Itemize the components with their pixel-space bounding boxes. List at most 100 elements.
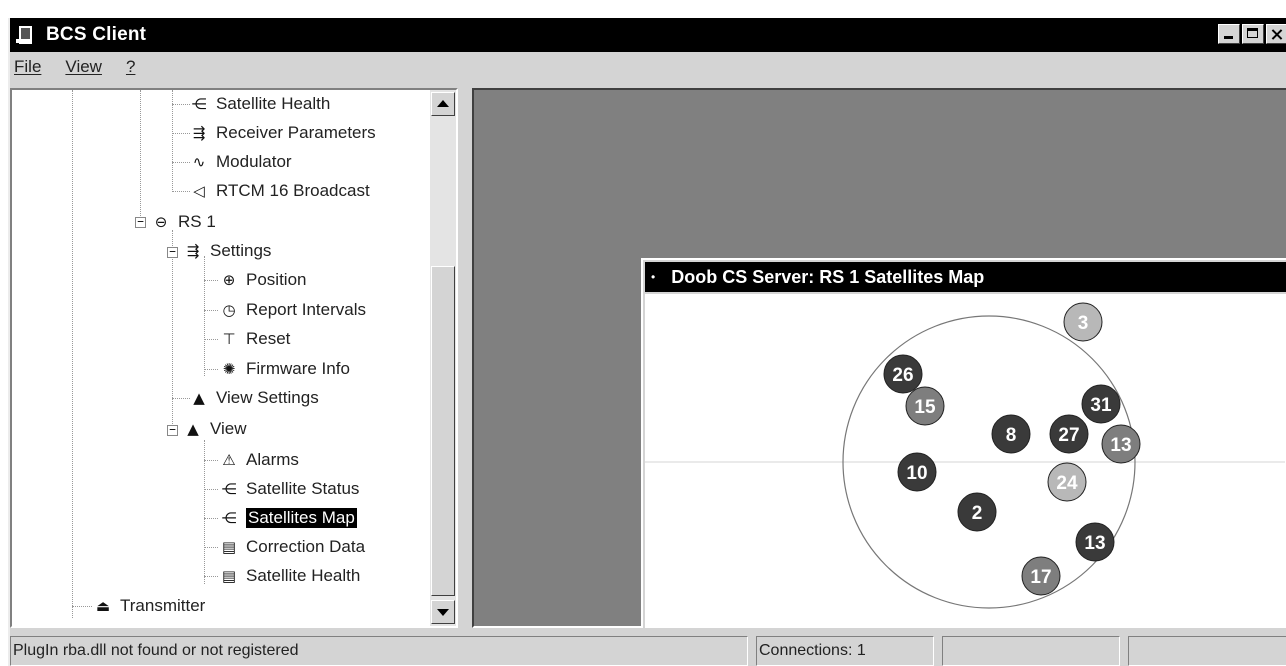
window-title: BCS Client	[46, 24, 147, 45]
settings-collapse-toggle[interactable]: −	[167, 246, 178, 258]
satellite-icon: ⋲	[221, 509, 237, 527]
menu-view[interactable]: View	[65, 57, 102, 77]
tree-item-label: Correction Data	[246, 537, 366, 556]
document-icon: ▤	[221, 567, 237, 585]
window-controls	[1218, 24, 1286, 44]
position-icon: ⊕	[222, 271, 236, 289]
menu-bar: File View ?	[10, 54, 155, 80]
title-bar[interactable]: BCS Client	[10, 18, 1286, 52]
modulator-icon: ∿	[192, 153, 206, 171]
tree-item-label: Satellite Health	[246, 566, 361, 585]
tree-panel: − − − ⋲ Satellite Health ⇶ Receiver Para…	[10, 88, 458, 628]
tree-item-alarms[interactable]: ⚠ Alarms	[218, 448, 299, 472]
scroll-up-button[interactable]	[431, 92, 455, 116]
satellite-id-label: 8	[1006, 425, 1017, 446]
speaker-icon: ◁	[193, 182, 205, 200]
status-connections: Connections: 1	[756, 636, 934, 666]
scroll-thumb[interactable]	[431, 266, 455, 596]
tree-item-report-intervals[interactable]: ◷ Report Intervals	[218, 298, 366, 322]
satellite-id-label: 2	[972, 503, 983, 524]
tree-item-label: Reset	[246, 329, 291, 348]
tree-item-label: Position	[246, 270, 307, 289]
sky-map: 3 2615 31 8 27 13 10 24 2 13 17	[645, 302, 1285, 609]
child-title-bar[interactable]: • Doob CS Server: RS 1 Satellites Map	[645, 262, 1286, 292]
mdi-workspace: • Doob CS Server: RS 1 Satellites Map 3 2…	[472, 88, 1286, 628]
tree-item-firmware-info[interactable]: ✺ Firmware Info	[218, 357, 350, 381]
tree-item-label: View Settings	[216, 388, 319, 407]
menu-file[interactable]: File	[14, 57, 41, 77]
tree-item-correction-data[interactable]: ▤ Correction Data	[218, 535, 365, 559]
satellite-id-label: 15	[914, 397, 936, 418]
tree-item-satellite-health[interactable]: ⋲ Satellite Health	[188, 92, 331, 116]
tree-item-label: Receiver Parameters	[216, 123, 376, 142]
menu-help[interactable]: ?	[126, 57, 135, 77]
satellite-icon: ⋲	[191, 95, 207, 113]
tree-item-rtcm-16-broadcast[interactable]: ◁ RTCM 16 Broadcast	[188, 179, 370, 203]
tree-item-satellites-map[interactable]: ⋲ Satellites Map	[218, 506, 357, 530]
minimize-button[interactable]	[1218, 24, 1240, 44]
binoculars-icon: ▲	[193, 389, 205, 407]
satellite-id-label: 26	[892, 365, 913, 386]
status-bar: PlugIn rba.dll not found or not register…	[10, 636, 1286, 666]
tree-item-settings[interactable]: ⇶ Settings	[182, 239, 272, 263]
tree-item-reset[interactable]: ⊤ Reset	[218, 327, 290, 351]
tree-item-label: Alarms	[246, 450, 299, 469]
tree-view: − − − ⋲ Satellite Health ⇶ Receiver Para…	[12, 90, 432, 626]
tree-item-rs1[interactable]: ⊖ RS 1	[150, 210, 216, 234]
satellite-markers: 3 2615 31 8 27 13 10 24 2 13 17	[883, 302, 1141, 596]
transmitter-icon: ⏏	[95, 597, 111, 615]
maximize-button[interactable]	[1242, 24, 1264, 44]
tree-item-label: Report Intervals	[246, 300, 366, 319]
child-window-title: Doob CS Server: RS 1 Satellites Map	[671, 266, 985, 287]
map-area: 3 26 15 31 8 27 13 10 24 2 13 17	[645, 294, 1286, 628]
tree-item-satellite-status[interactable]: ⋲ Satellite Status	[218, 477, 360, 501]
satellite-id-label: 13	[1110, 435, 1131, 456]
satellite-id-label: 17	[1030, 567, 1051, 588]
tree-item-label: Satellite Health	[216, 94, 331, 113]
close-button[interactable]	[1266, 24, 1286, 44]
satellite-id-label: 13	[1084, 533, 1105, 554]
tree-item-receiver-parameters[interactable]: ⇶ Receiver Parameters	[188, 121, 376, 145]
tree-item-view[interactable]: ▲ View	[182, 417, 247, 441]
tree-item-label: Firmware Info	[246, 359, 350, 378]
status-message: PlugIn rba.dll not found or not register…	[10, 636, 748, 666]
tree-item-label: RS 1	[178, 212, 216, 231]
tree-item-label: Satellite Status	[246, 479, 360, 498]
tree-item-label: Transmitter	[120, 596, 206, 615]
tree-item-label: Satellites Map	[246, 508, 357, 528]
satellite-id-label: 3	[1078, 313, 1089, 334]
tree-item-label: View	[210, 419, 247, 438]
tree-item-position[interactable]: ⊕ Position	[218, 268, 307, 292]
satellite-id-label: 31	[1090, 395, 1112, 416]
alarm-icon: ⚠	[222, 451, 236, 469]
tree-item-label: Settings	[210, 241, 272, 260]
station-icon: ⊖	[154, 213, 168, 231]
gear-icon: ✺	[222, 360, 236, 378]
tree-item-label: Modulator	[216, 152, 292, 171]
clock-icon: ◷	[222, 301, 236, 319]
window-menu-icon[interactable]: •	[651, 270, 655, 284]
tree-item-satellite-health-2[interactable]: ▤ Satellite Health	[218, 564, 360, 588]
receiver-icon: ⇶	[192, 124, 206, 142]
status-panel-empty-1	[942, 636, 1120, 666]
satellite-id-label: 10	[906, 463, 927, 484]
satellite-id-label: 27	[1058, 425, 1079, 446]
binoculars-icon: ▲	[187, 420, 199, 438]
status-panel-empty-2	[1128, 636, 1286, 666]
satellite-icon: ⋲	[221, 480, 237, 498]
view-collapse-toggle[interactable]: −	[167, 424, 178, 436]
satellites-map-window: • Doob CS Server: RS 1 Satellites Map 3 2…	[641, 258, 1286, 628]
document-icon: ▤	[221, 538, 237, 556]
tree-item-label: RTCM 16 Broadcast	[216, 181, 370, 200]
app-icon	[16, 24, 34, 46]
rs1-collapse-toggle[interactable]: −	[135, 216, 146, 228]
tree-item-view-settings[interactable]: ▲ View Settings	[188, 386, 319, 410]
scroll-down-button[interactable]	[431, 600, 455, 624]
hammer-icon: ⊤	[222, 330, 236, 348]
tree-item-transmitter[interactable]: ⏏ Transmitter	[92, 594, 205, 618]
tree-item-modulator[interactable]: ∿ Modulator	[188, 150, 292, 174]
satellite-id-label: 24	[1056, 473, 1078, 494]
main-window: BCS Client File View ? − − − ⋲ Satellite…	[8, 18, 1286, 666]
tree-scrollbar[interactable]	[430, 90, 456, 626]
receiver-icon: ⇶	[186, 242, 200, 260]
